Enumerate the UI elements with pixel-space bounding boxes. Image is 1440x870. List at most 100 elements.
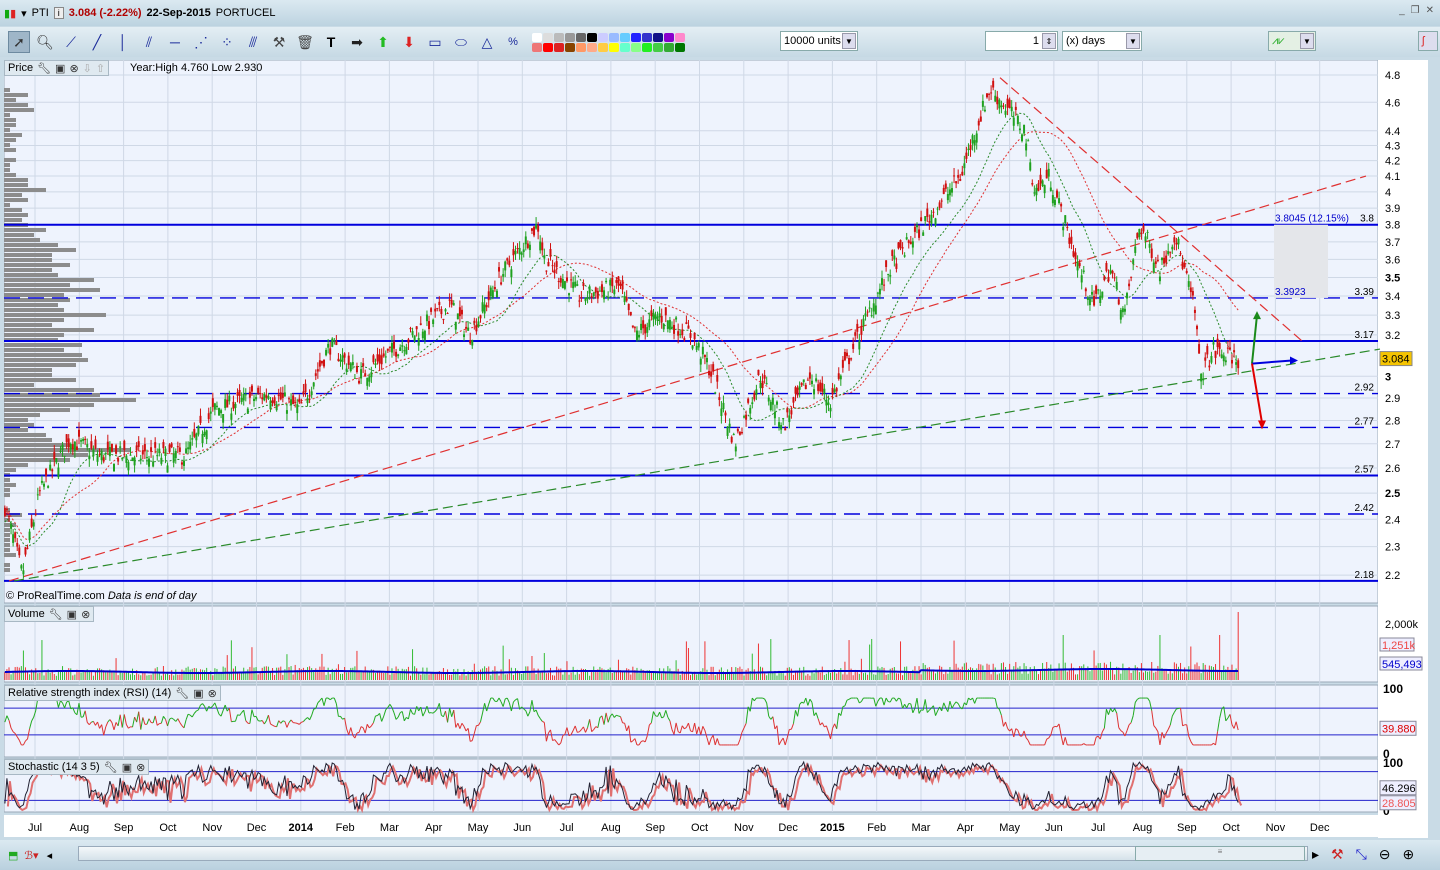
close-icon[interactable]: ⊗ <box>136 761 145 774</box>
text-icon[interactable]: T <box>320 31 342 53</box>
settings-icon[interactable]: ⚒ <box>1331 846 1344 863</box>
volume-profile-bar <box>4 243 58 247</box>
segment-icon[interactable]: ⟋ <box>60 31 82 53</box>
candle-body <box>92 449 95 457</box>
volume-profile-bar <box>4 403 94 407</box>
candle-body <box>1115 281 1118 289</box>
indicator-icon[interactable]: ℬ▾ <box>24 849 38 862</box>
wrench-icon[interactable]: 🔧︎ <box>175 687 189 700</box>
x-tick-label: Nov <box>202 822 222 834</box>
candle-body <box>1202 379 1205 381</box>
candle-body <box>965 152 968 159</box>
restore-icon[interactable]: ❐ <box>1411 5 1420 16</box>
chevron-down-icon[interactable]: ▼ <box>1126 33 1140 49</box>
horizontal-scrollbar[interactable] <box>78 846 1308 861</box>
volume-profile-bar <box>4 433 46 437</box>
candle-body <box>290 399 293 406</box>
volume-profile-bar <box>4 568 10 572</box>
line-icon[interactable]: ╱ <box>86 31 108 53</box>
scrollbar-thumb[interactable]: ≡ <box>1135 846 1305 861</box>
candle-body <box>961 171 964 176</box>
chart-type-button[interactable]: ⩘⩗ ▼ <box>1268 31 1316 51</box>
scroll-right-icon[interactable]: ▸ <box>1312 846 1319 863</box>
color-palette[interactable] <box>532 32 685 52</box>
zoom-out-icon[interactable]: ⊖ <box>1379 846 1391 863</box>
parallel-icon[interactable]: ⫻ <box>242 31 264 53</box>
channel-icon[interactable]: ⫽ <box>138 31 160 53</box>
candle-body <box>718 397 721 401</box>
candle-body <box>885 260 888 268</box>
autoscale-icon[interactable]: ⤡ <box>1356 846 1367 863</box>
arrow-down-icon[interactable]: ⬇ <box>398 31 420 53</box>
wrench-icon[interactable]: 🔧︎ <box>37 62 51 75</box>
wrench-icon[interactable]: 🔧︎ <box>49 608 63 621</box>
window-icon[interactable]: ▣ <box>55 62 65 75</box>
vertical-line-icon[interactable]: │ <box>112 31 134 53</box>
fan-icon[interactable]: ⋰ <box>190 31 212 53</box>
zoom-icon[interactable]: 🔍︎ <box>34 31 56 53</box>
arrow-up-icon[interactable]: ⬆ <box>372 31 394 53</box>
volume-profile-bar <box>4 268 52 272</box>
candle-body <box>399 347 402 351</box>
ellipse-icon[interactable]: ⬭ <box>450 31 472 53</box>
triangle-icon[interactable]: △ <box>476 31 498 53</box>
close-icon[interactable]: ✕ <box>1426 5 1434 16</box>
window-icon[interactable]: ▣ <box>122 761 132 774</box>
candle-body <box>215 405 218 408</box>
wrench-icon[interactable]: 🔧︎ <box>104 761 118 774</box>
volume-profile-bar <box>4 398 136 402</box>
rectangle-icon[interactable]: ▭ <box>424 31 446 53</box>
window-icon[interactable]: ▣ <box>193 687 203 700</box>
chevron-down-icon[interactable]: ▾ <box>21 7 27 20</box>
tools-icon[interactable]: ⚒ <box>268 31 290 53</box>
candle-body <box>1076 261 1079 271</box>
zoom-in-icon[interactable]: ⊕ <box>1403 846 1415 863</box>
candle-body <box>469 340 472 344</box>
move-down-icon[interactable]: ⇩ <box>83 62 92 75</box>
ticker[interactable]: PTI <box>32 7 49 19</box>
candle-body <box>137 441 140 447</box>
candle-body <box>168 444 171 453</box>
chevron-down-icon[interactable]: ▼ <box>1300 33 1314 49</box>
candlestick-icon[interactable]: ▮▮ <box>4 7 16 20</box>
volume-profile-bar <box>4 353 82 357</box>
candle-body <box>1101 291 1104 298</box>
chevron-down-icon[interactable]: ▼ <box>842 33 856 49</box>
candle-body <box>246 408 249 414</box>
trash-icon[interactable]: 🗑︎ <box>294 31 316 53</box>
side-panel-button[interactable]: ʃ <box>1418 31 1438 51</box>
minimize-icon[interactable]: _ <box>1399 5 1405 16</box>
close-icon[interactable]: ⊗ <box>69 62 78 75</box>
stepper-icon[interactable]: ⇕ <box>1042 33 1056 49</box>
period-stepper[interactable]: 1 ⇕ <box>985 31 1058 51</box>
pointer-icon[interactable]: ➚ <box>8 31 30 53</box>
close-icon[interactable]: ⊗ <box>208 687 217 700</box>
point-icon[interactable]: ⁘ <box>216 31 238 53</box>
x-tick-label: Feb <box>867 822 886 834</box>
window-icon[interactable]: ▣ <box>67 608 77 621</box>
units-select[interactable]: 10000 units ▼ <box>780 31 858 51</box>
chart-area[interactable]: Jul Aug Sep Oct Nov Dec 2014 Feb Mar Apr May Jun Jul… <box>4 60 1428 838</box>
horizontal-line-icon[interactable]: ─ <box>164 31 186 53</box>
percent-icon[interactable]: % <box>502 31 524 53</box>
rsi-line-segment <box>618 715 621 718</box>
close-icon[interactable]: ⊗ <box>81 608 90 621</box>
y-tick-label: 3.2 <box>1385 330 1400 342</box>
candle-body <box>705 357 708 363</box>
chart-icon[interactable]: ⬒ <box>8 849 18 862</box>
candle-body <box>572 282 575 289</box>
arrow-right-icon[interactable]: ➡ <box>346 31 368 53</box>
candle-body <box>82 438 85 441</box>
period-unit-select[interactable]: (x) days ▼ <box>1062 31 1142 51</box>
candle-body <box>557 280 560 282</box>
move-up-icon[interactable]: ⇧ <box>96 62 105 75</box>
candle-body <box>691 345 694 349</box>
candle-body <box>479 315 482 319</box>
scroll-left-icon[interactable]: ◂ <box>47 849 53 862</box>
candle-body <box>1088 298 1091 306</box>
candle-body <box>199 415 202 423</box>
volume-profile-bar <box>4 548 10 552</box>
candle-body <box>866 311 869 313</box>
info-icon[interactable]: i <box>53 7 64 19</box>
candle-body <box>590 296 593 298</box>
